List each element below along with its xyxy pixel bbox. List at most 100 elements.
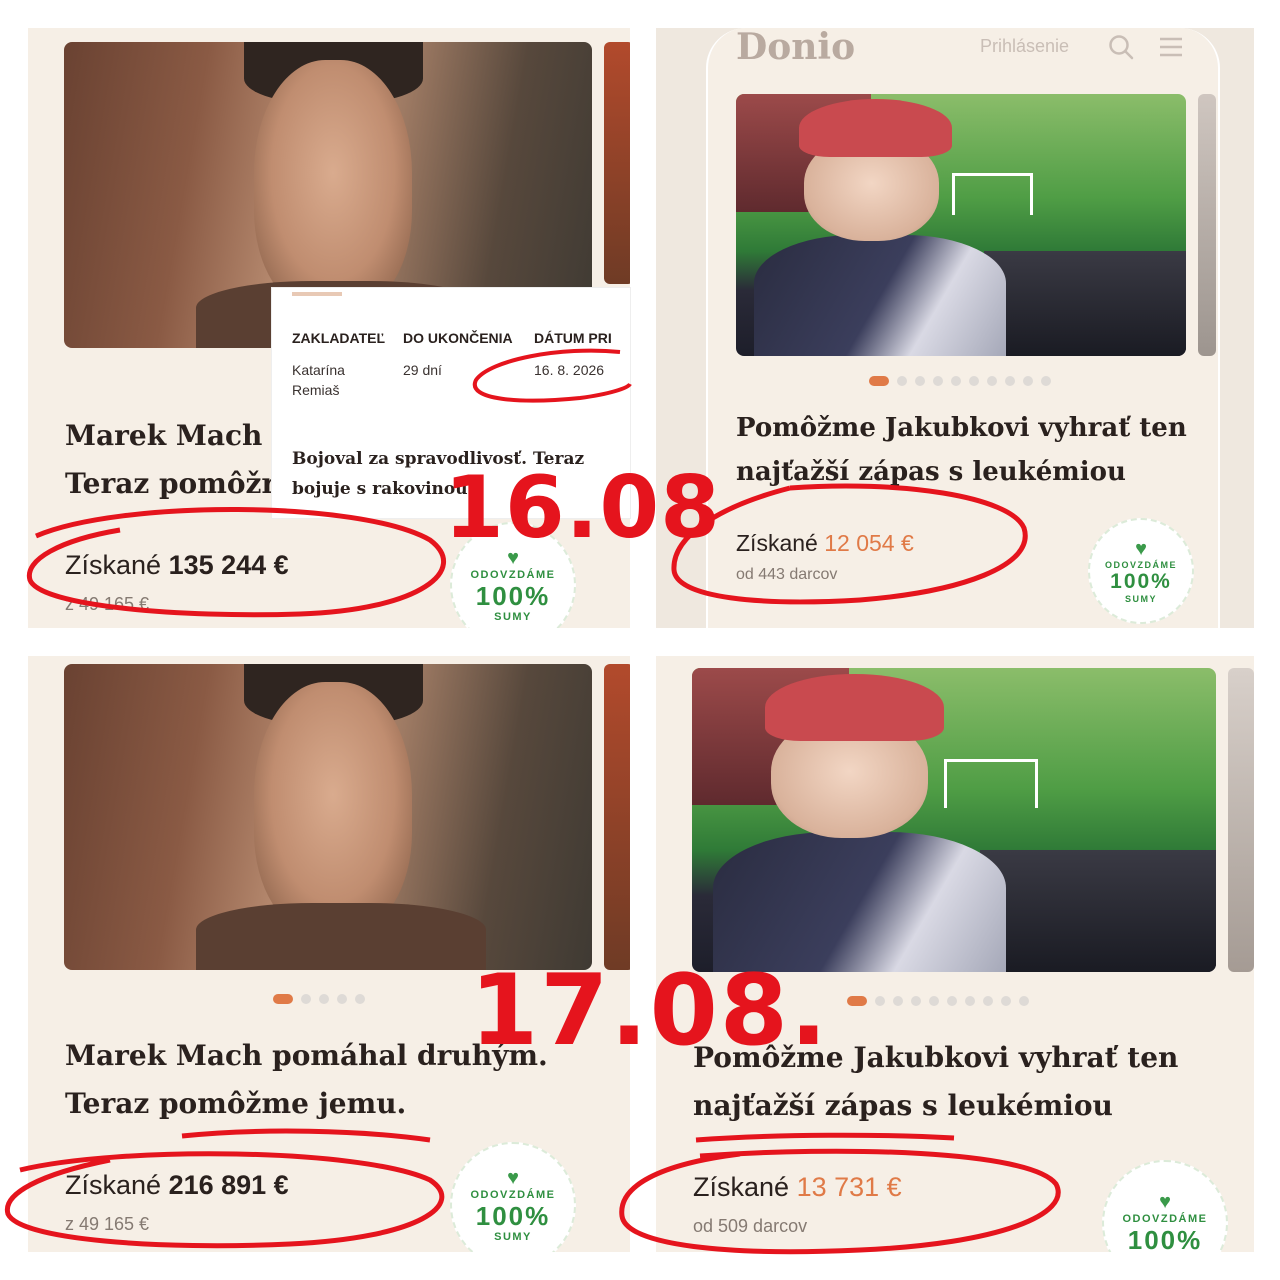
- badge-line-2: 100%: [1110, 570, 1172, 593]
- campaign-title[interactable]: Pomôžme Jakubkovi vyhrať ten najťažší zá…: [736, 406, 1187, 494]
- carousel-dot[interactable]: [869, 376, 889, 386]
- raised-label: Získané: [65, 1170, 162, 1200]
- badge-line-2: 100%: [475, 581, 551, 611]
- donio-logo[interactable]: Donio: [736, 26, 855, 68]
- carousel-dot[interactable]: [1041, 376, 1051, 386]
- title-line-2: najťažší zápas s leukémiou: [693, 1089, 1113, 1122]
- photo-jacket: [754, 235, 1006, 356]
- photo-crowd: [983, 251, 1186, 356]
- raised-amount: Získané 12 054 €: [736, 530, 914, 557]
- next-card-peek: [1228, 668, 1254, 972]
- raised-value: 135 244 €: [168, 550, 289, 580]
- raised-value: 12 054 €: [824, 530, 914, 556]
- founder-header: ZAKLADATEĽ: [292, 330, 386, 346]
- remaining-header: DO UKONČENIA: [403, 330, 513, 346]
- carousel-dot[interactable]: [969, 376, 979, 386]
- carousel-dot[interactable]: [965, 996, 975, 1006]
- donate-100-badge: ♥ ODOVZDÁME 100% SUMY: [450, 1142, 576, 1252]
- photo-cap: [765, 674, 944, 741]
- date-header: DÁTUM PRI: [534, 330, 612, 346]
- raised-value: 13 731 €: [796, 1172, 902, 1202]
- next-card-peek: [1198, 94, 1216, 356]
- raised-label: Získané: [736, 530, 818, 556]
- title-line-2: Teraz pomôžr: [65, 467, 277, 500]
- photo-jacket: [712, 832, 1007, 972]
- date-value: 16. 8. 2026: [534, 362, 605, 378]
- carousel-dot[interactable]: [929, 996, 939, 1006]
- carousel-dot[interactable]: [951, 376, 961, 386]
- carousel-dot[interactable]: [947, 996, 957, 1006]
- badge-line-1: ODOVZDÁME: [470, 1189, 556, 1201]
- search-icon[interactable]: [1108, 34, 1134, 60]
- title-line-2: Teraz pomôžme jemu.: [65, 1087, 407, 1120]
- carousel-dot[interactable]: [875, 996, 885, 1006]
- carousel-dot[interactable]: [1005, 376, 1015, 386]
- carousel-dots[interactable]: [273, 994, 365, 1004]
- badge-line-3: SUMY: [1124, 594, 1157, 604]
- heart-hand-icon: ♥: [507, 1167, 519, 1189]
- carousel-dot[interactable]: [983, 996, 993, 1006]
- carousel-dot[interactable]: [1023, 376, 1033, 386]
- raised-label: Získané: [693, 1172, 790, 1202]
- badge-line-2: 100%: [475, 1201, 551, 1231]
- remaining-value: 29 dní: [403, 362, 442, 378]
- carousel-dot[interactable]: [911, 996, 921, 1006]
- campaign-photo[interactable]: [64, 664, 592, 970]
- campaign-title[interactable]: Marek Mach p Teraz pomôžr: [65, 412, 305, 508]
- date-stamp-1708: 17.08.: [470, 954, 830, 1068]
- photo-goal: [943, 759, 1038, 808]
- raised-amount: Získané 216 891 €: [65, 1170, 289, 1201]
- photo-goal: [952, 172, 1033, 215]
- raised-amount: Získané 13 731 €: [693, 1172, 902, 1203]
- date-stamp-1608: 16.08: [444, 458, 722, 558]
- badge-line-2: 100%: [1127, 1225, 1203, 1252]
- carousel-dot[interactable]: [897, 376, 907, 386]
- login-link[interactable]: Prihlásenie: [980, 36, 1069, 57]
- carousel-dot[interactable]: [933, 376, 943, 386]
- carousel-dot[interactable]: [337, 994, 347, 1004]
- carousel-dot[interactable]: [987, 376, 997, 386]
- title-line-1: Pomôžme Jakubkovi vyhrať ten: [736, 413, 1187, 443]
- carousel-dot[interactable]: [915, 376, 925, 386]
- title-line-1: Marek Mach p: [65, 419, 292, 452]
- raised-label: Získané: [65, 550, 162, 580]
- badge-line-1: ODOVZDÁME: [470, 569, 556, 581]
- carousel-dots[interactable]: [847, 996, 1029, 1006]
- carousel-dots[interactable]: [869, 376, 1051, 386]
- photo-crowd: [980, 850, 1216, 972]
- donors-count: od 509 darcov: [693, 1216, 808, 1236]
- carousel-dot[interactable]: [847, 996, 867, 1006]
- founder-first-name: Katarína: [292, 362, 345, 378]
- carousel-dot[interactable]: [1001, 996, 1011, 1006]
- carousel-dot[interactable]: [273, 994, 293, 1004]
- badge-line-1: ODOVZDÁME: [1122, 1213, 1208, 1225]
- goal-text: z 49 165 €: [65, 1214, 150, 1234]
- details-accent: [292, 292, 342, 296]
- founder-value: Katarína Remiaš: [292, 362, 345, 398]
- badge-line-3: SUMY: [494, 611, 532, 623]
- campaign-photo[interactable]: [736, 94, 1186, 356]
- carousel-dot[interactable]: [893, 996, 903, 1006]
- badge-line-1: ODOVZDÁME: [1105, 560, 1177, 570]
- carousel-dot[interactable]: [319, 994, 329, 1004]
- raised-amount: Získané 135 244 €: [65, 550, 289, 581]
- carousel-dot[interactable]: [301, 994, 311, 1004]
- next-card-peek: [604, 42, 630, 284]
- donors-count: od 443 darcov: [736, 566, 838, 583]
- campaign-photo[interactable]: [692, 668, 1216, 972]
- badge-line-3: SUMY: [494, 1231, 532, 1243]
- photo-face: [254, 682, 413, 934]
- carousel-dot[interactable]: [1019, 996, 1029, 1006]
- founder-last-name: Remiaš: [292, 382, 340, 398]
- photo-shirt: [196, 902, 487, 970]
- menu-icon[interactable]: [1158, 36, 1184, 58]
- next-card-peek: [604, 664, 630, 970]
- title-line-2: najťažší zápas s leukémiou: [736, 457, 1126, 487]
- donate-100-badge: ♥ ODOVZDÁME 100% SUMY: [1088, 518, 1194, 624]
- carousel-dot[interactable]: [355, 994, 365, 1004]
- heart-hand-icon: ♥: [1159, 1191, 1171, 1213]
- photo-cap: [799, 99, 952, 157]
- heart-hand-icon: ♥: [1135, 538, 1147, 560]
- goal-text: z 49 165 €: [65, 594, 150, 614]
- photo-face: [254, 60, 413, 312]
